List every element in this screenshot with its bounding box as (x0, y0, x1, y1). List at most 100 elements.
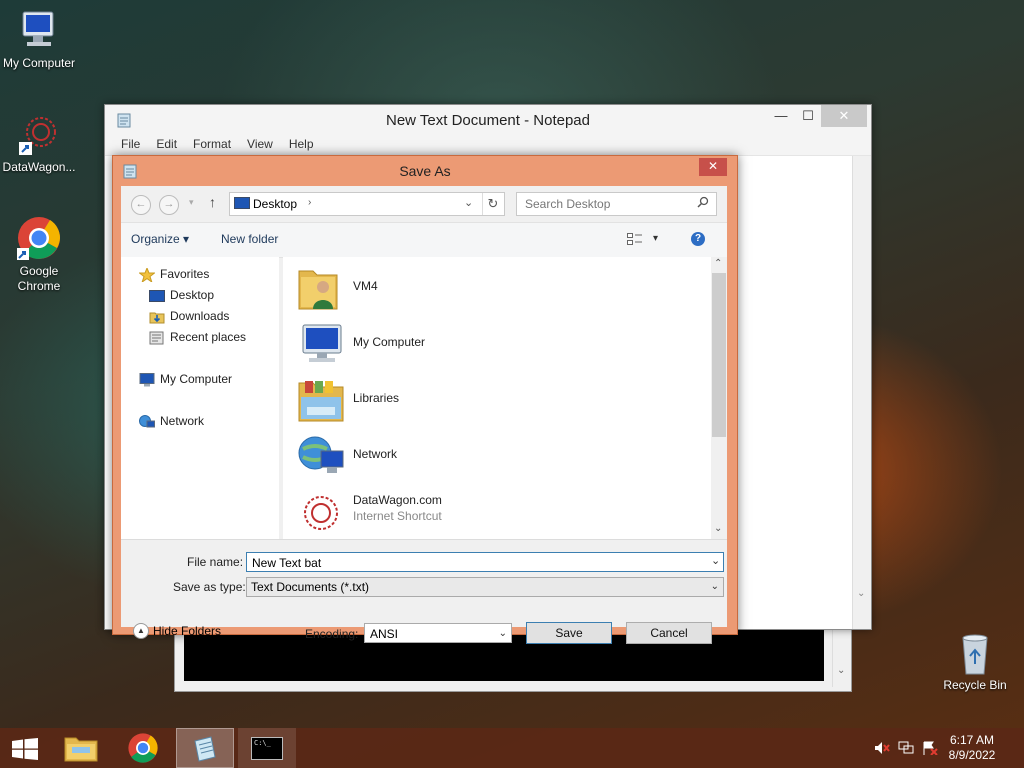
action-center-flag-icon[interactable] (922, 741, 938, 758)
menu-edit[interactable]: Edit (148, 133, 185, 155)
help-icon[interactable]: ? (691, 232, 705, 246)
desktop-icon (149, 289, 165, 303)
breadcrumb-chevron-icon[interactable]: › (308, 197, 311, 208)
computer-icon (16, 8, 62, 54)
folder-icon (64, 737, 98, 762)
save-type-select[interactable]: Text Documents (*.txt) ⌄ (246, 577, 724, 597)
up-arrow-icon[interactable]: ↑ (209, 194, 216, 210)
file-list-scrollbar[interactable]: ⌃ ⌄ (711, 257, 727, 539)
nav-my-computer[interactable]: My Computer (139, 369, 232, 389)
desktop-icon-recycle-bin[interactable]: Recycle Bin (936, 630, 1014, 693)
taskbar: C:\_ 6:17 AM 8/9/2022 (0, 728, 1024, 768)
file-item-my-computer[interactable]: My Computer (297, 319, 657, 369)
dialog-titlebar[interactable]: Save As ✕ (113, 156, 737, 184)
command-prompt-icon: C:\_ (251, 737, 283, 760)
menu-file[interactable]: File (113, 133, 148, 155)
file-item-network[interactable]: Network (297, 431, 657, 481)
encoding-label: Encoding: (305, 627, 359, 641)
nav-favorites[interactable]: Favorites (138, 264, 209, 284)
navigation-pane: Favorites Desktop Downloads Recent place… (121, 257, 279, 539)
volume-muted-icon[interactable] (874, 741, 890, 758)
notepad-scrollbar[interactable]: ⌄ (852, 156, 871, 629)
network-status-icon[interactable] (898, 741, 914, 758)
datawagon-icon (297, 489, 347, 535)
libraries-icon (297, 377, 347, 423)
encoding-select[interactable]: ANSI ⌄ (364, 623, 512, 643)
cancel-button[interactable]: Cancel (626, 622, 712, 644)
start-button[interactable] (0, 728, 48, 768)
save-as-dialog: Save As ✕ ← → ▾ ↑ Desktop › ⌄ ↻ Search D… (112, 155, 738, 644)
encoding-value: ANSI (370, 627, 399, 641)
chevron-down-icon: ⌄ (710, 581, 719, 592)
search-icon[interactable] (697, 196, 709, 211)
desktop-icon-label: DataWagon... (2, 160, 76, 174)
desktop-icon-label: Recycle Bin (943, 678, 1007, 692)
clock[interactable]: 6:17 AM 8/9/2022 (942, 733, 1002, 763)
taskbar-file-explorer[interactable] (54, 728, 110, 768)
recent-locations-icon[interactable]: ▾ (189, 197, 194, 208)
taskbar-notepad[interactable] (176, 728, 234, 768)
maximize-button[interactable]: ☐ (794, 105, 822, 127)
refresh-icon[interactable]: ↻ (482, 193, 503, 215)
desktop-icon-google-chrome[interactable]: Google Chrome (0, 216, 78, 294)
notepad-title: New Text Document - Notepad (386, 112, 590, 129)
scroll-down-icon[interactable]: ⌄ (837, 665, 845, 676)
desktop-icon-datawagon[interactable]: DataWagon... (0, 112, 78, 175)
address-bar[interactable]: Desktop › ⌄ ↻ (229, 192, 505, 216)
nav-network[interactable]: Network (139, 411, 204, 431)
dialog-body: ← → ▾ ↑ Desktop › ⌄ ↻ Search Desktop Org… (121, 186, 727, 644)
recycle-bin-icon (952, 630, 998, 676)
command-toolbar: Organize ▾ New folder ▾ ? (121, 222, 727, 258)
address-dropdown-icon[interactable]: ⌄ (464, 196, 473, 209)
scroll-up-icon[interactable]: ⌃ (714, 258, 722, 269)
view-options-icon[interactable] (627, 233, 643, 250)
save-type-value: Text Documents (*.txt) (251, 580, 370, 594)
file-item-libraries[interactable]: Libraries (297, 375, 657, 425)
scrollbar-thumb[interactable] (712, 273, 726, 437)
menu-view[interactable]: View (239, 133, 281, 155)
back-button[interactable]: ← (131, 195, 151, 215)
file-item-datawagon[interactable]: DataWagon.com Internet Shortcut (297, 487, 657, 537)
search-input[interactable]: Search Desktop (516, 192, 717, 216)
view-dropdown-icon[interactable]: ▾ (653, 233, 658, 244)
chrome-icon (128, 733, 158, 763)
minimize-button[interactable]: — (767, 105, 795, 127)
desktop-icon (234, 197, 250, 213)
desktop-icon-label: Google Chrome (17, 264, 61, 293)
close-button[interactable]: ✕ (821, 105, 867, 127)
taskbar-chrome[interactable] (115, 728, 171, 768)
scroll-down-icon[interactable]: ⌄ (714, 523, 722, 534)
nav-downloads[interactable]: Downloads (149, 306, 229, 326)
menu-format[interactable]: Format (185, 133, 239, 155)
cmd-icon-label: C:\_ (254, 739, 271, 747)
dialog-close-button[interactable]: ✕ (699, 158, 727, 176)
desktop-icon-label: My Computer (2, 56, 76, 70)
nav-desktop[interactable]: Desktop (149, 285, 214, 305)
scroll-down-icon[interactable]: ⌄ (857, 588, 865, 599)
address-location[interactable]: Desktop (253, 197, 297, 211)
file-list: VM4 My Computer Libraries Network DataWa… (283, 257, 727, 539)
file-name-input[interactable]: New Text bat (246, 552, 724, 572)
recent-places-icon (149, 331, 165, 345)
nav-recent-places[interactable]: Recent places (149, 327, 246, 347)
save-button[interactable]: Save (526, 622, 612, 644)
chevron-down-icon: ⌄ (498, 628, 507, 639)
taskbar-command-prompt[interactable]: C:\_ (238, 728, 296, 768)
file-name-dropdown-icon[interactable]: ⌄ (711, 554, 720, 567)
new-folder-button[interactable]: New folder (221, 232, 278, 246)
save-form: File name: New Text bat ⌄ Save as type: … (121, 539, 727, 644)
search-placeholder: Search Desktop (525, 197, 611, 211)
file-item-vm4[interactable]: VM4 (297, 263, 657, 313)
star-icon (138, 266, 156, 284)
notepad-menubar: File Edit Format View Help (105, 133, 871, 156)
desktop-icon-my-computer[interactable]: My Computer (0, 8, 78, 71)
clock-date: 8/9/2022 (948, 748, 996, 762)
organize-button[interactable]: Organize ▾ (131, 232, 189, 246)
collapse-arrow-icon: ▲ (133, 623, 149, 639)
chrome-icon (16, 216, 62, 262)
dialog-title: Save As (399, 163, 451, 179)
menu-help[interactable]: Help (281, 133, 322, 155)
forward-button[interactable]: → (159, 195, 179, 215)
notepad-titlebar[interactable]: New Text Document - Notepad — ☐ ✕ (105, 105, 871, 133)
network-icon (297, 433, 347, 479)
